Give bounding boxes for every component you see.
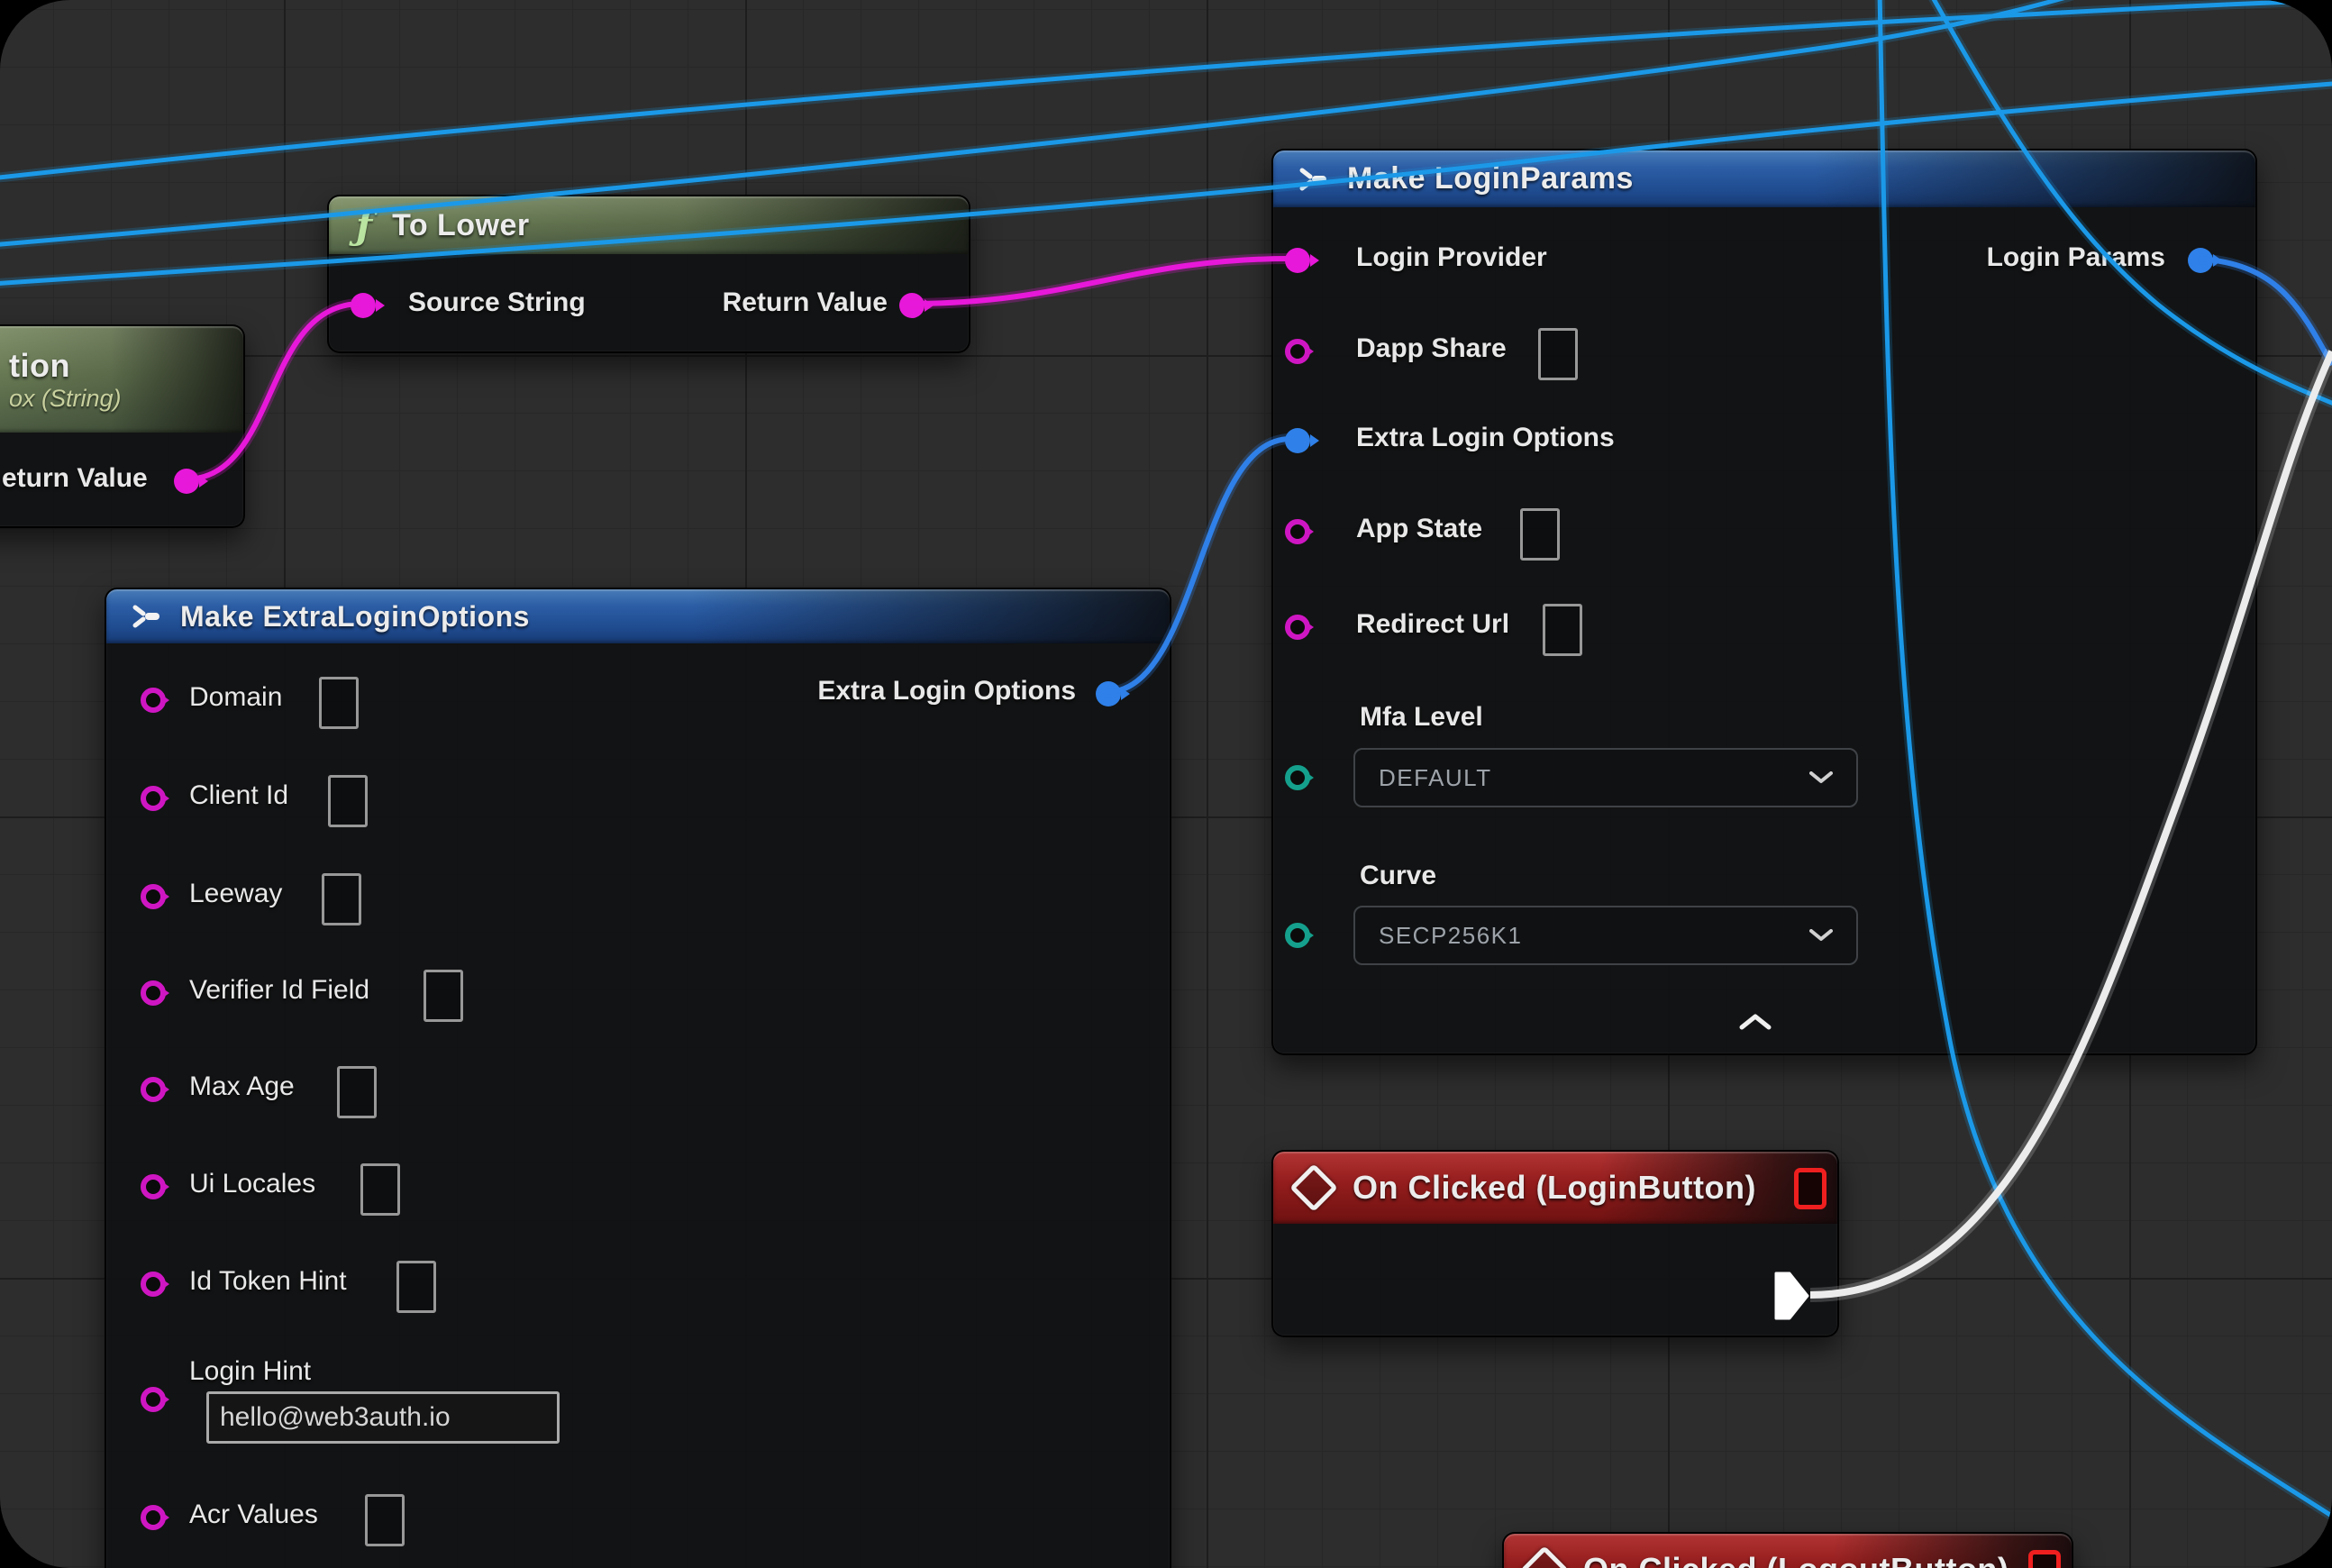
pin-login-provider[interactable] — [1285, 248, 1310, 273]
ui-locales-label: Ui Locales — [189, 1169, 315, 1199]
pin-ui-locales[interactable] — [141, 1174, 166, 1199]
id-token-hint-label: Id Token Hint — [189, 1266, 347, 1297]
pin-redirect-url[interactable] — [1285, 615, 1310, 640]
node-title: Make ExtraLoginOptions — [180, 600, 530, 634]
node-make-login-params[interactable]: Make LoginParams Login Provider Dapp Sha… — [1271, 149, 2257, 1055]
acr-values-label: Acr Values — [189, 1500, 318, 1530]
login-hint-input[interactable] — [206, 1391, 560, 1444]
extra-login-options-output-label: Extra Login Options — [817, 676, 1076, 707]
domain-label: Domain — [189, 682, 282, 713]
pin-return-value[interactable] — [174, 469, 199, 494]
mfa-level-dropdown[interactable]: DEFAULT — [1353, 748, 1858, 807]
source-string-label: Source String — [408, 287, 586, 318]
client-id-label: Client Id — [189, 780, 288, 811]
verifier-id-field-value-box[interactable] — [424, 970, 463, 1022]
app-state-label: App State — [1356, 514, 1482, 544]
node-to-lower-header[interactable]: ƒ To Lower — [329, 196, 969, 254]
on-clicked-login-header[interactable]: On Clicked (LoginButton) — [1273, 1152, 1837, 1224]
node-title: tion — [9, 347, 70, 385]
node-on-clicked-logout-button[interactable]: On Clicked (LogoutButton) — [1502, 1532, 2073, 1568]
pin-dapp-share[interactable] — [1285, 339, 1310, 364]
pin-mfa-level[interactable] — [1285, 765, 1310, 790]
pin-verifier-id-field[interactable] — [141, 980, 166, 1006]
pin-domain[interactable] — [141, 688, 166, 713]
mfa-level-value: DEFAULT — [1379, 764, 1492, 792]
mfa-level-label: Mfa Level — [1360, 702, 1483, 733]
pin-app-state[interactable] — [1285, 519, 1310, 544]
login-params-output-label: Login Params — [1987, 242, 2165, 273]
node-make-login-header[interactable]: Make LoginParams — [1273, 150, 2255, 207]
return-value-label: eturn Value — [2, 463, 148, 494]
curve-value: SECP256K1 — [1379, 922, 1522, 950]
client-id-value-box[interactable] — [328, 775, 368, 827]
pin-source-string[interactable] — [351, 293, 376, 318]
redirect-url-value-box[interactable] — [1543, 604, 1582, 656]
on-clicked-logout-header[interactable]: On Clicked (LogoutButton) — [1504, 1534, 2072, 1568]
pin-acr-values[interactable] — [141, 1505, 166, 1530]
pin-id-token-hint[interactable] — [141, 1272, 166, 1297]
dapp-share-label: Dapp Share — [1356, 333, 1507, 364]
event-diamond-icon — [1289, 1163, 1338, 1212]
make-struct-icon — [132, 603, 162, 630]
acr-values-value-box[interactable] — [365, 1494, 405, 1546]
chevron-down-icon — [1809, 929, 1833, 942]
redirect-url-label: Redirect Url — [1356, 609, 1509, 640]
pin-return-value[interactable] — [899, 293, 925, 318]
node-subtitle: ox (String) — [9, 385, 122, 413]
node-title: Make LoginParams — [1347, 161, 1634, 196]
node-title: On Clicked (LoginButton) — [1353, 1169, 1756, 1207]
pin-max-age[interactable] — [141, 1077, 166, 1102]
verifier-id-field-label: Verifier Id Field — [189, 975, 369, 1006]
login-hint-label: Login Hint — [189, 1356, 311, 1387]
function-icon: ƒ — [356, 204, 372, 248]
max-age-value-box[interactable] — [337, 1066, 377, 1118]
curve-label: Curve — [1360, 861, 1436, 891]
pin-leeway[interactable] — [141, 884, 166, 909]
node-make-extra-login-options[interactable]: Make ExtraLoginOptions Domain Client Id … — [105, 588, 1171, 1568]
node-make-extra-header[interactable]: Make ExtraLoginOptions — [106, 589, 1170, 643]
leeway-label: Leeway — [189, 879, 282, 909]
blueprint-graph-canvas[interactable]: tion ox (String) eturn Value ƒ To Lower … — [0, 0, 2332, 1568]
exec-output-pin[interactable] — [1774, 1271, 1810, 1321]
pin-extra-login-options-in[interactable] — [1285, 428, 1310, 453]
max-age-label: Max Age — [189, 1071, 295, 1102]
return-value-label: Return Value — [723, 287, 888, 318]
pin-client-id[interactable] — [141, 786, 166, 811]
node-on-clicked-login-button[interactable]: On Clicked (LoginButton) — [1271, 1150, 1839, 1337]
widget-delegate-icon — [1794, 1168, 1826, 1209]
make-struct-icon — [1298, 166, 1329, 193]
node-text-getter-header[interactable]: tion ox (String) — [0, 326, 243, 433]
dapp-share-value-box[interactable] — [1538, 328, 1578, 380]
curve-dropdown[interactable]: SECP256K1 — [1353, 906, 1858, 965]
extra-login-options-label: Extra Login Options — [1356, 423, 1615, 453]
node-to-lower[interactable]: ƒ To Lower Source String Return Value — [327, 195, 970, 353]
node-title: On Clicked (LogoutButton) — [1583, 1551, 2009, 1568]
leeway-value-box[interactable] — [322, 873, 361, 925]
pin-login-hint[interactable] — [141, 1387, 166, 1412]
chevron-down-icon — [1809, 771, 1833, 784]
event-diamond-icon — [1520, 1545, 1569, 1568]
domain-value-box[interactable] — [319, 677, 359, 729]
widget-delegate-icon — [2028, 1550, 2061, 1568]
pin-curve[interactable] — [1285, 923, 1310, 948]
node-text-getter-partial[interactable]: tion ox (String) eturn Value — [0, 324, 245, 528]
app-state-value-box[interactable] — [1520, 508, 1560, 561]
node-title: To Lower — [392, 208, 530, 243]
pin-login-params-out[interactable] — [2188, 248, 2213, 273]
ui-locales-value-box[interactable] — [360, 1163, 400, 1216]
id-token-hint-value-box[interactable] — [396, 1261, 436, 1313]
collapse-chevron-icon[interactable] — [1739, 1014, 1772, 1030]
login-provider-label: Login Provider — [1356, 242, 1547, 273]
pin-extra-login-options-out[interactable] — [1096, 681, 1121, 707]
